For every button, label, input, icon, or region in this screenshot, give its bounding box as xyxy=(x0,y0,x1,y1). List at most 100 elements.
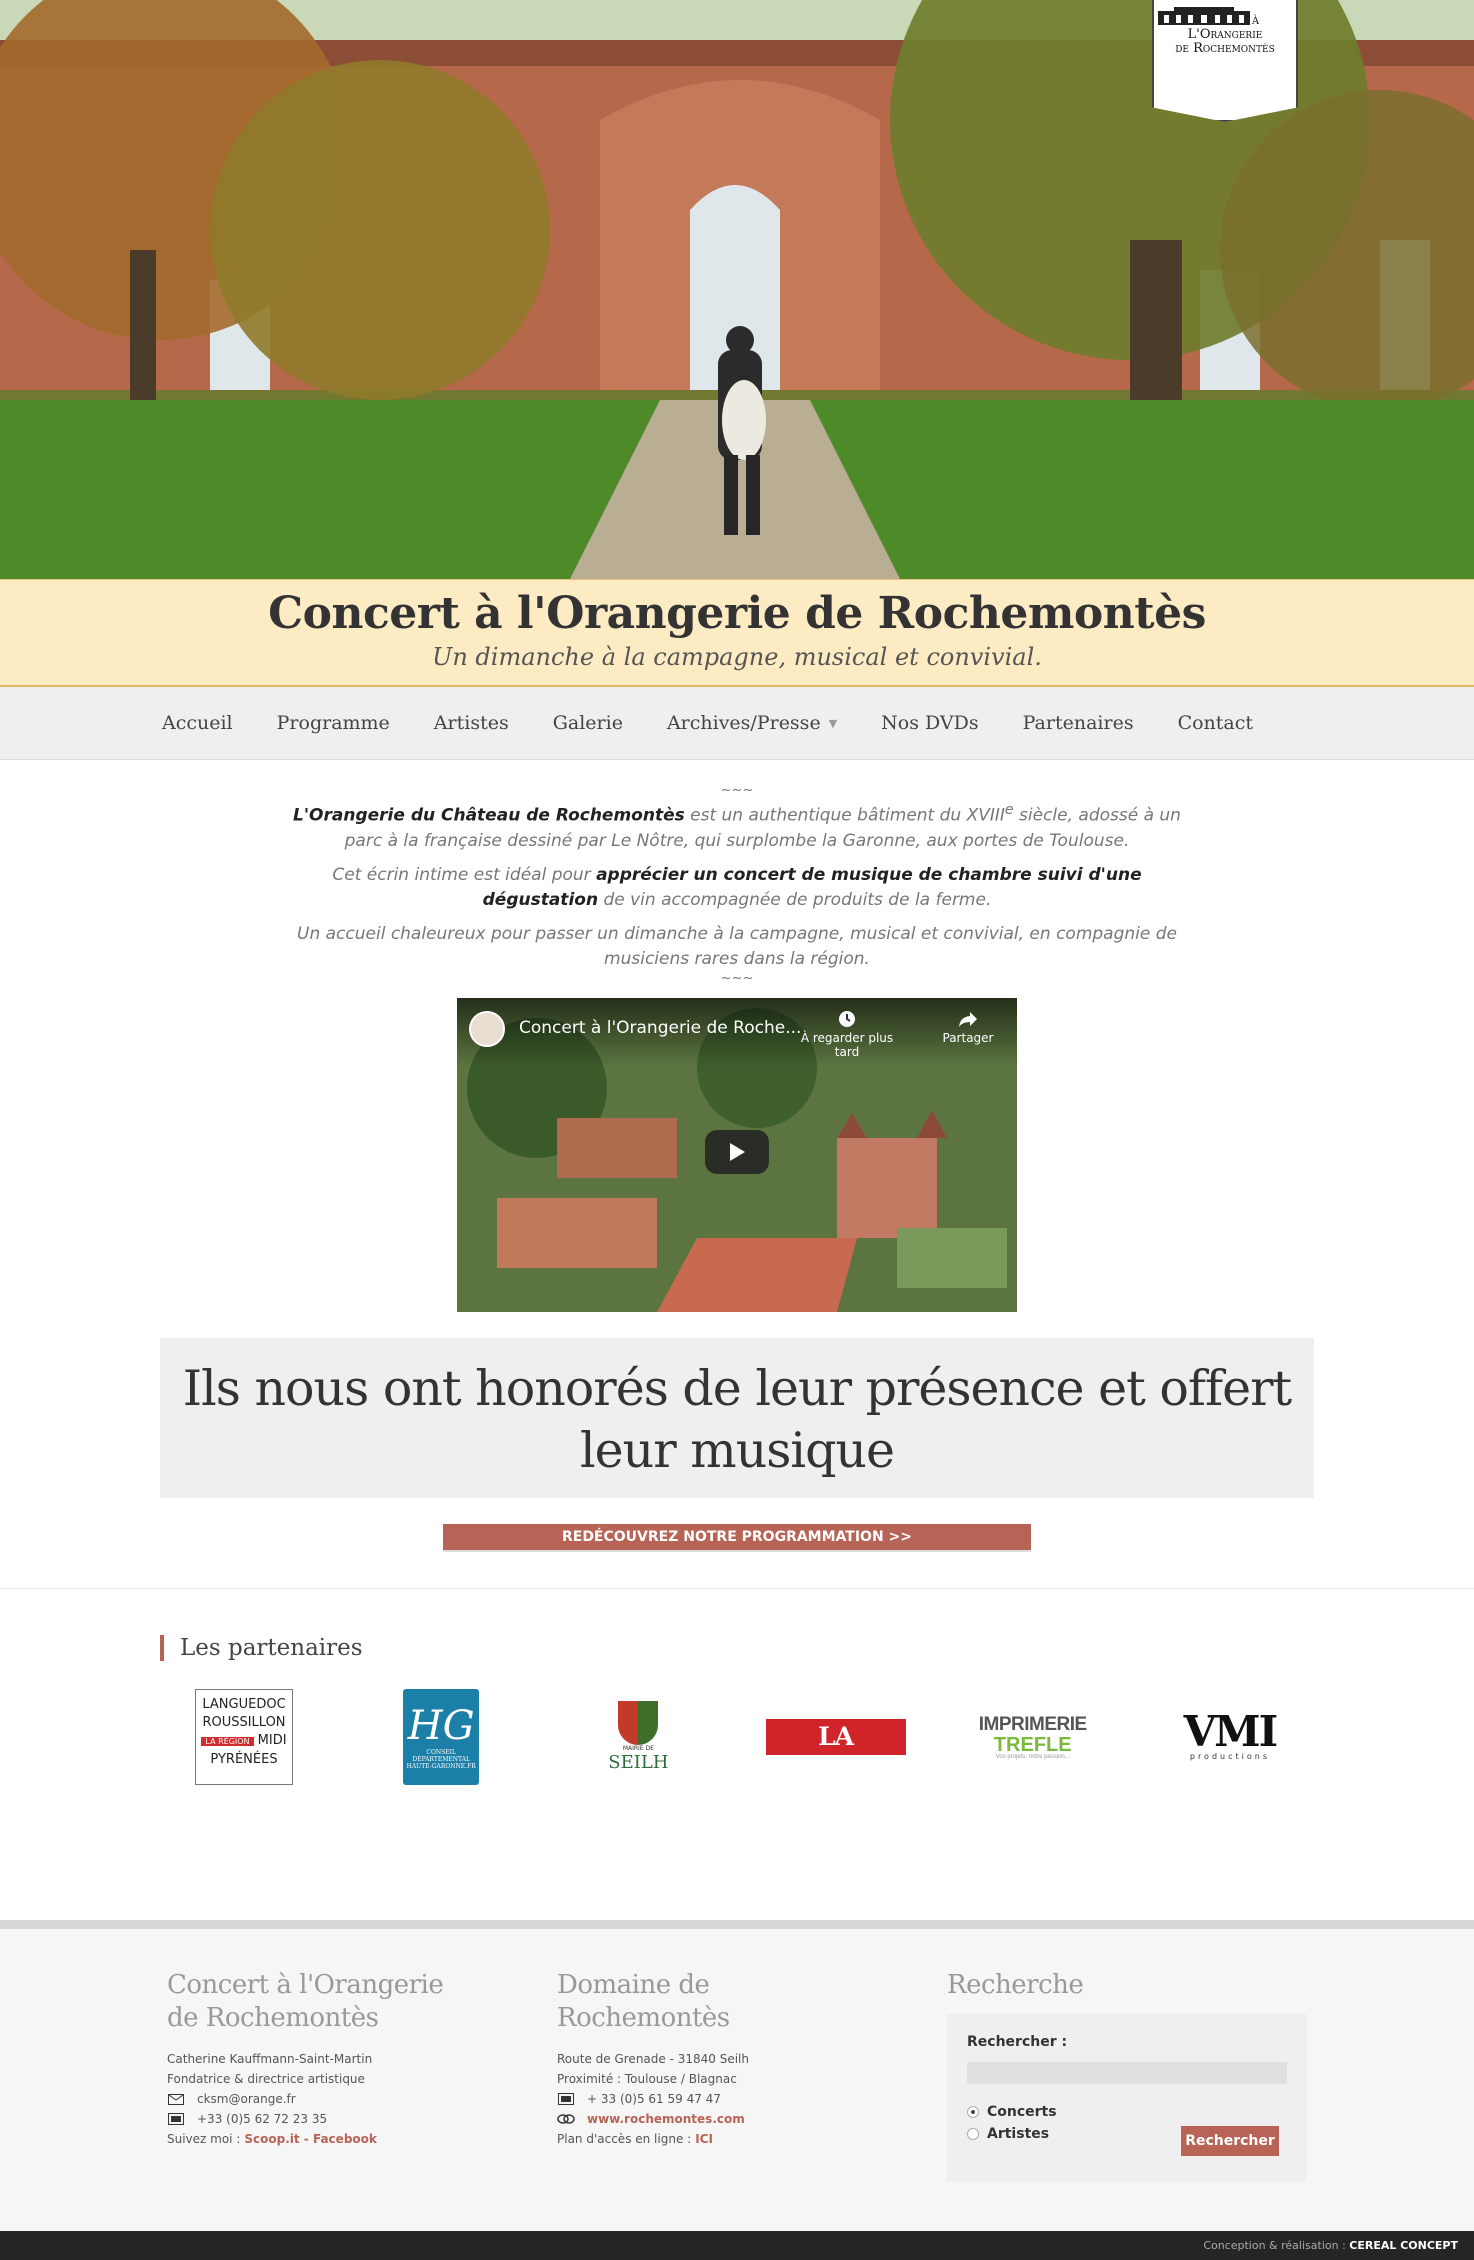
credits-label: Conception & réalisation : xyxy=(1203,2239,1346,2252)
play-button[interactable] xyxy=(705,1129,769,1174)
footer-site-line: www.rochemontes.com xyxy=(557,2109,817,2129)
vmi-letters: VMI xyxy=(1183,1707,1279,1757)
partner-logos: LANGUEDOC ROUSSILLON LA RÉGION MIDI PYRÉ… xyxy=(160,1687,1314,1787)
partner-seilh[interactable]: MAIRIE DE SEILH xyxy=(568,1687,708,1787)
bottom-bar: Conception & réalisation : CEREAL CONCEP… xyxy=(0,2231,1474,2260)
section-divider xyxy=(0,1587,1474,1589)
partner-la-depeche[interactable]: LA DÉPÊCHE xyxy=(765,1687,906,1787)
footer-domaine-title: Domaine de Rochemontès xyxy=(557,1970,730,2033)
footer-role: Fondatrice & directrice artistique xyxy=(167,2072,365,2086)
footer-follow-label: Suivez moi : xyxy=(167,2132,241,2146)
radio-artistes-dot[interactable] xyxy=(967,2128,979,2140)
partner-haute-garonne[interactable]: HG CONSEIL DÉPARTEMENTAL HAUTE-GARONNE.F… xyxy=(371,1687,511,1787)
lr-line2: ROUSSILLON xyxy=(202,1714,286,1730)
footer-domaine-phone: + 33 (0)5 61 59 47 47 xyxy=(587,2092,721,2106)
search-label: Rechercher : xyxy=(967,2034,1068,2050)
nav-item-archives-presse[interactable]: Archives/Presse ▼ xyxy=(667,712,837,734)
seilh-mairie: MAIRIE DE xyxy=(622,1744,654,1752)
footer-social-links[interactable]: Scoop.it - Facebook xyxy=(244,2129,376,2149)
footer-plan-label: Plan d'accès en ligne : xyxy=(557,2132,692,2146)
partner-vmi-productions[interactable]: VMI productions xyxy=(1160,1687,1300,1787)
radio-concerts-label: Concerts xyxy=(987,2104,1057,2120)
youtube-video-embed[interactable]: Concert à l'Orangerie de Roche... À rega… xyxy=(457,997,1017,1312)
intro-paragraph-3: Un accueil chaleureux pour passer un dim… xyxy=(297,923,1177,969)
vmi-logo: VMI productions xyxy=(1183,1707,1279,1762)
nav-item-partenaires[interactable]: Partenaires xyxy=(1023,712,1134,734)
lr-line1: LANGUEDOC xyxy=(202,1696,286,1712)
phone-icon xyxy=(167,2113,185,2125)
seilh-name: SEILH xyxy=(608,1751,669,1773)
footer-concert-title: Concert à l'Orangerie de Rochemontès xyxy=(167,1970,444,2033)
hg-logo: HG CONSEIL DÉPARTEMENTAL HAUTE-GARONNE.F… xyxy=(403,1688,480,1785)
intro-paragraph-2: Cet écrin intime est idéal pour apprécie… xyxy=(277,863,1197,913)
nav-item-dvds[interactable]: Nos DVDs xyxy=(881,712,978,734)
watch-later-button[interactable]: À regarder plus tard xyxy=(797,1010,897,1059)
logo-line2: L'Orangerie xyxy=(1187,27,1263,42)
hero-image: Concert à L'Orangerie de Rochemontès xyxy=(0,0,1474,579)
footer-site-link[interactable]: www.rochemontes.com xyxy=(587,2109,745,2129)
lr-logo: LANGUEDOC ROUSSILLON LA RÉGION MIDI PYRÉ… xyxy=(195,1688,293,1785)
phone-icon xyxy=(557,2093,575,2105)
footer-phone-line: +33 (0)5 62 72 23 35 xyxy=(167,2109,447,2129)
seilh-shield-icon xyxy=(618,1700,659,1745)
intro-text-1: est un authentique bâtiment du XVIII xyxy=(684,805,1005,826)
title-bar: Concert à l'Orangerie de Rochemontès Un … xyxy=(0,579,1474,687)
nav-item-archives-label: Archives/Presse xyxy=(666,712,821,734)
credits-brand[interactable]: CEREAL CONCEPT xyxy=(1349,2239,1458,2252)
footer-col-search: Recherche Rechercher : Concerts Artistes… xyxy=(947,1969,1307,2182)
partner-languedoc-roussillon[interactable]: LANGUEDOC ROUSSILLON LA RÉGION MIDI PYRÉ… xyxy=(174,1687,314,1787)
footer-email[interactable]: cksm@orange.fr xyxy=(197,2089,296,2109)
search-input[interactable] xyxy=(967,2062,1287,2084)
search-button[interactable]: Rechercher xyxy=(1181,2126,1279,2156)
envelope-icon xyxy=(167,2093,185,2105)
lr-midi: MIDI xyxy=(257,1732,287,1748)
nav-item-artistes[interactable]: Artistes xyxy=(434,712,509,734)
nav-item-contact[interactable]: Contact xyxy=(1178,712,1253,734)
honor-banner: Ils nous ont honorés de leur présence et… xyxy=(160,1337,1314,1498)
main-nav: Accueil Programme Artistes Galerie Archi… xyxy=(0,687,1474,760)
search-form: Rechercher : Concerts Artistes Recherche… xyxy=(947,2014,1307,2182)
site-title: Concert à l'Orangerie de Rochemontès xyxy=(268,588,1206,639)
footer-plan-link[interactable]: ICI xyxy=(695,2129,713,2149)
hg-caption: CONSEIL DÉPARTEMENTAL HAUTE-GARONNE.FR xyxy=(406,1749,476,1771)
programmation-button[interactable]: REDÉCOUVREZ NOTRE PROGRAMMATION >> xyxy=(443,1523,1031,1550)
vmi-caption: productions xyxy=(1189,1752,1270,1762)
footer-plan-line: Plan d'accès en ligne : ICI xyxy=(557,2129,817,2149)
footer-col-concert: Concert à l'Orangerie de Rochemontès Cat… xyxy=(167,1969,447,2149)
partners-section: Les partenaires LANGUEDOC ROUSSILLON LA … xyxy=(160,1634,1314,1787)
footer-domaine-phone-line: + 33 (0)5 61 59 47 47 xyxy=(557,2089,817,2109)
site-tagline: Un dimanche à la campagne, musical et co… xyxy=(432,643,1042,671)
partner-imprimerie-trefle[interactable]: IMPRIMERIE TREFLE Vos projets, notre pas… xyxy=(963,1687,1103,1787)
trefle-line1: IMPRIMERIE xyxy=(978,1713,1087,1735)
trefle-logo: IMPRIMERIE TREFLE Vos projets, notre pas… xyxy=(979,1714,1087,1760)
footer-search-title: Recherche xyxy=(947,1970,1084,2000)
nav-item-accueil[interactable]: Accueil xyxy=(162,712,233,734)
caret-down-icon: ▼ xyxy=(828,716,838,730)
intro-text-2: Cet écrin intime est idéal pour xyxy=(332,864,597,885)
site-logo[interactable]: Concert à L'Orangerie de Rochemontès xyxy=(1152,0,1298,122)
building-icon xyxy=(1158,7,1250,25)
play-icon xyxy=(730,1142,745,1161)
lr-region: LA RÉGION xyxy=(201,1736,254,1746)
clock-icon xyxy=(839,1010,855,1027)
radio-artistes-label: Artistes xyxy=(987,2126,1050,2142)
footer-name: Catherine Kauffmann-Saint-Martin xyxy=(167,2052,373,2066)
depeche-logo: LA DÉPÊCHE xyxy=(765,1718,906,1787)
tilde-separator: ~~~ xyxy=(720,783,754,798)
share-button[interactable]: Partager xyxy=(933,1010,1003,1045)
nav-item-programme[interactable]: Programme xyxy=(277,712,390,734)
lr-line3: LA RÉGION MIDI xyxy=(196,1732,292,1751)
partners-heading: Les partenaires xyxy=(160,1634,1314,1661)
hg-letters: HG xyxy=(407,1703,475,1750)
radio-concerts[interactable]: Concerts xyxy=(967,2104,1287,2120)
intro-paragraph-1: L'Orangerie du Château de Rochemontès es… xyxy=(277,798,1197,854)
channel-avatar[interactable] xyxy=(469,1010,505,1047)
intro-sup: e xyxy=(1004,802,1014,818)
nav-item-galerie[interactable]: Galerie xyxy=(553,712,623,734)
trefle-line2: TREFLE xyxy=(993,1733,1072,1756)
footer-col-domaine: Domaine de Rochemontès Route de Grenade … xyxy=(557,1969,817,2149)
radio-concerts-dot[interactable] xyxy=(967,2106,979,2118)
video-title[interactable]: Concert à l'Orangerie de Roche... xyxy=(519,1018,801,1038)
honor-heading: Ils nous ont honorés de leur présence et… xyxy=(182,1359,1293,1479)
intro-bold-1: L'Orangerie du Château de Rochemontès xyxy=(293,805,685,826)
